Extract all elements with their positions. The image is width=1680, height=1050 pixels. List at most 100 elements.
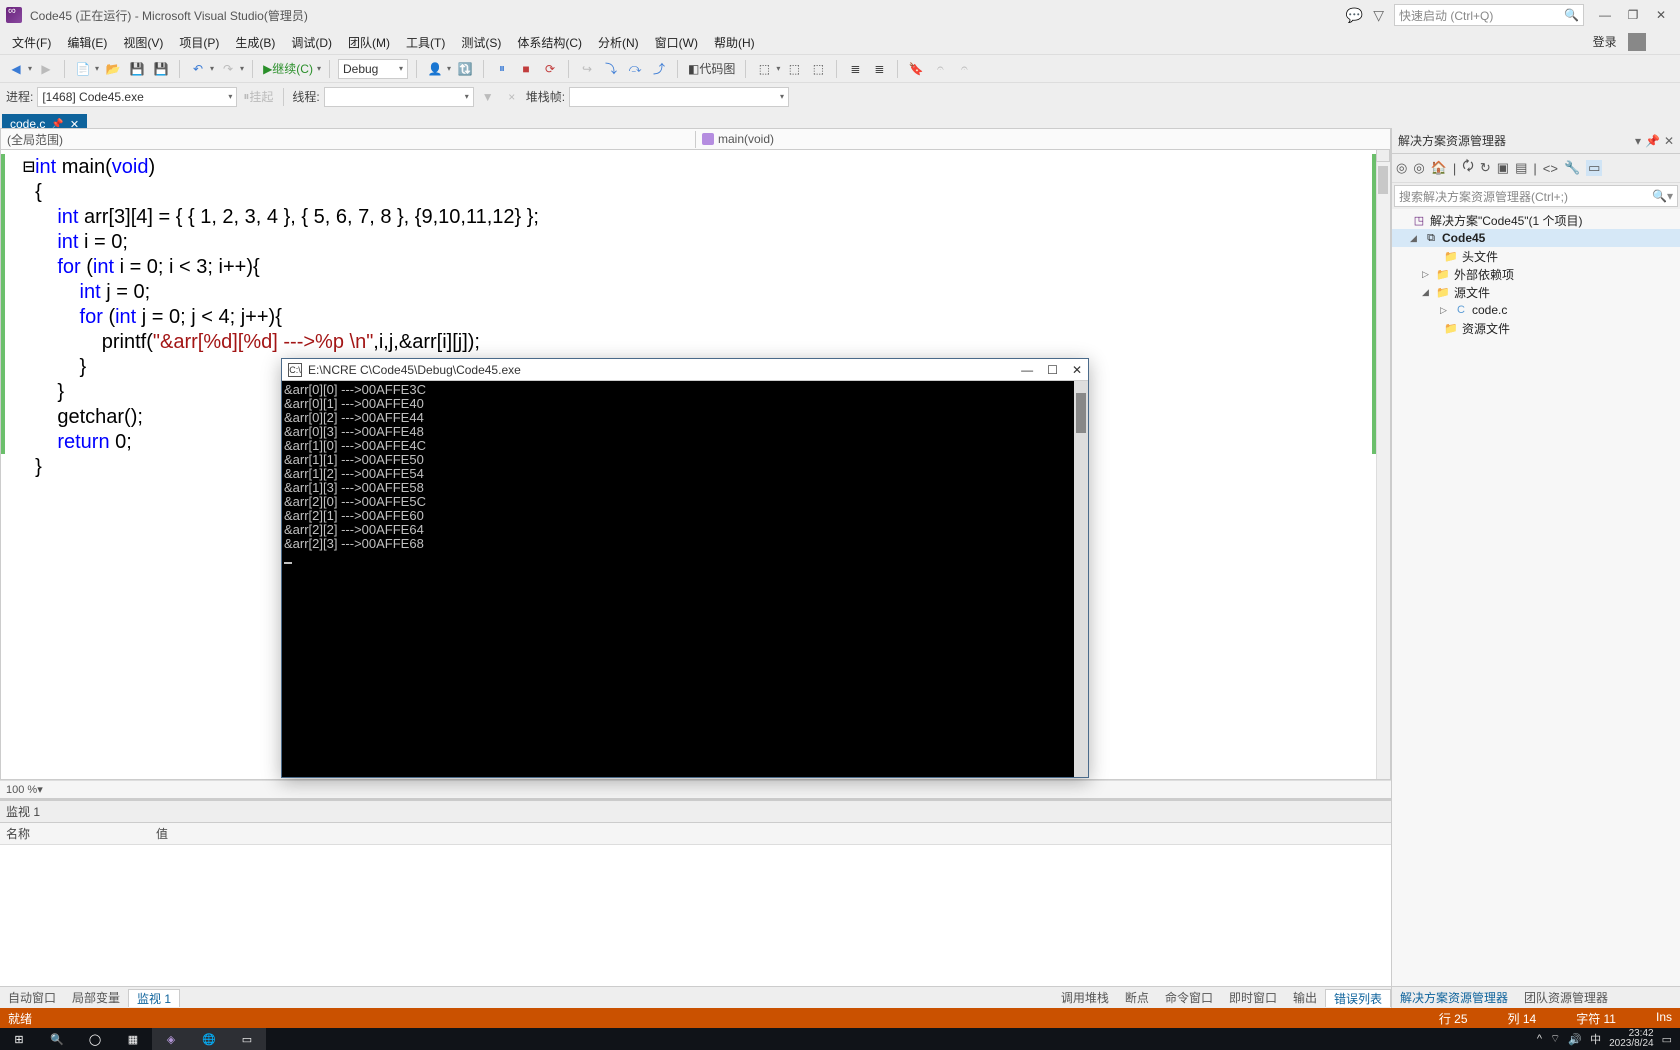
thread-combo[interactable]: ▾	[324, 87, 474, 107]
home-back-icon[interactable]: ◎	[1396, 160, 1407, 176]
menu-edit[interactable]: 编辑(E)	[59, 34, 115, 51]
start-button[interactable]: ⊞	[0, 1028, 38, 1050]
panel-dropdown-icon[interactable]: ▾	[1635, 134, 1641, 148]
tray-network-icon[interactable]: ⌔	[1550, 1032, 1560, 1046]
tree-file-code[interactable]: ▷Ccode.c	[1392, 301, 1680, 319]
save-all-button[interactable]: 💾	[151, 58, 171, 80]
process-combo[interactable]: [1468] Code45.exe▾	[37, 87, 237, 107]
splitter-icon[interactable]	[1376, 150, 1390, 162]
tab-breakpoints[interactable]: 断点	[1117, 989, 1157, 1007]
minimize-button[interactable]: —	[1592, 5, 1618, 25]
codemap-button[interactable]: ◧ 代码图	[686, 58, 737, 80]
tree-resource-folder[interactable]: 📁资源文件	[1392, 319, 1680, 337]
tray-clock[interactable]: 23:422023/8/24	[1609, 1029, 1654, 1049]
menu-architecture[interactable]: 体系结构(C)	[509, 34, 590, 51]
tree-solution-node[interactable]: ◳解决方案"Code45"(1 个项目)	[1392, 211, 1680, 229]
search-button[interactable]: 🔍	[38, 1028, 76, 1050]
console-minimize[interactable]: —	[1021, 363, 1033, 377]
quick-launch-input[interactable]: 快速启动 (Ctrl+Q) 🔍	[1394, 4, 1584, 26]
show-all-icon[interactable]: ▤	[1515, 160, 1527, 176]
menu-team[interactable]: 团队(M)	[340, 34, 398, 51]
comment-button[interactable]: ≣	[845, 58, 865, 80]
home-fwd-icon[interactable]: ◎	[1413, 160, 1424, 176]
tree-headers-folder[interactable]: 📁头文件	[1392, 247, 1680, 265]
watch-body[interactable]	[0, 845, 1391, 986]
chevron-down-icon[interactable]: ▾	[37, 783, 43, 796]
thread-flag-button[interactable]: ×	[502, 86, 522, 108]
tab-immediate[interactable]: 即时窗口	[1221, 989, 1285, 1007]
toolbox3-button[interactable]: ⬚	[808, 58, 828, 80]
format2-button[interactable]: 𝄐	[954, 58, 974, 80]
member-combo[interactable]: main(void)	[696, 132, 1390, 146]
process-dropdown-button[interactable]: 👤	[425, 58, 445, 80]
new-project-button[interactable]: 📄	[73, 58, 93, 80]
open-file-button[interactable]: 📂	[103, 58, 123, 80]
console-close[interactable]: ✕	[1072, 363, 1082, 377]
tab-command[interactable]: 命令窗口	[1157, 989, 1221, 1007]
close-button[interactable]: ✕	[1648, 5, 1674, 25]
tab-team-explorer[interactable]: 团队资源管理器	[1516, 989, 1616, 1006]
toolbox1-button[interactable]: ⬚	[754, 58, 774, 80]
properties-icon[interactable]: 🔧	[1564, 160, 1580, 176]
tray-ime[interactable]: 中	[1590, 1031, 1601, 1047]
task-console[interactable]: ▭	[228, 1028, 266, 1050]
step-over-button[interactable]: ⤼	[625, 58, 645, 80]
continue-button[interactable]: ▶ 继续(C)	[261, 58, 315, 80]
solution-search-input[interactable]: 搜索解决方案资源管理器(Ctrl+;) 🔍▾	[1394, 185, 1678, 207]
menu-test[interactable]: 测试(S)	[453, 34, 509, 51]
console-window[interactable]: C:\ E:\NCRE C\Code45\Debug\Code45.exe — …	[281, 358, 1089, 778]
refresh-icon[interactable]: ↻	[1480, 160, 1491, 176]
tab-solution-explorer[interactable]: 解决方案资源管理器	[1392, 989, 1516, 1006]
task-chrome[interactable]: 🌐	[190, 1028, 228, 1050]
step-into-button[interactable]: ⤵	[601, 58, 621, 80]
code-view-icon[interactable]: <>	[1543, 161, 1558, 176]
tab-output[interactable]: 输出	[1285, 989, 1325, 1007]
config-combo[interactable]: Debug▾	[338, 59, 408, 79]
thread-dropdown-button[interactable]: 🔃	[455, 58, 475, 80]
break-all-button[interactable]: ⏸	[492, 58, 512, 80]
feedback-icon[interactable]: 💬	[1346, 7, 1363, 24]
menu-analyze[interactable]: 分析(N)	[590, 34, 647, 51]
menu-help[interactable]: 帮助(H)	[706, 34, 763, 51]
tree-extern-folder[interactable]: ▷📁外部依赖项	[1392, 265, 1680, 283]
tree-project-node[interactable]: ◢⧉Code45	[1392, 229, 1680, 247]
restart-button[interactable]: ⟳	[540, 58, 560, 80]
uncomment-button[interactable]: ≣	[869, 58, 889, 80]
panel-close-icon[interactable]: ✕	[1664, 134, 1674, 148]
stackframe-combo[interactable]: ▾	[569, 87, 789, 107]
redo-button[interactable]: ↷	[218, 58, 238, 80]
toolbox2-button[interactable]: ⬚	[784, 58, 804, 80]
nav-fwd-button[interactable]: ▶	[36, 58, 56, 80]
maximize-button[interactable]: ❐	[1620, 5, 1646, 25]
tab-locals[interactable]: 局部变量	[64, 989, 128, 1006]
watch-col-name[interactable]: 名称	[0, 823, 150, 844]
menu-file[interactable]: 文件(F)	[4, 34, 59, 51]
notifications-icon[interactable]: ▽	[1373, 7, 1384, 24]
save-button[interactable]: 💾	[127, 58, 147, 80]
tab-autos[interactable]: 自动窗口	[0, 989, 64, 1006]
menu-project[interactable]: 项目(P)	[171, 34, 227, 51]
panel-pin-icon[interactable]: 📌	[1645, 134, 1660, 148]
menu-debug[interactable]: 调试(D)	[283, 34, 340, 51]
tab-errorlist[interactable]: 错误列表	[1325, 989, 1391, 1007]
user-avatar-icon[interactable]	[1628, 33, 1646, 51]
tab-watch1[interactable]: 监视 1	[128, 989, 180, 1007]
tray-chevron-icon[interactable]: ^	[1537, 1033, 1542, 1045]
console-scrollbar[interactable]	[1074, 381, 1088, 777]
zoom-combo[interactable]: 100 %	[6, 784, 37, 796]
menu-window[interactable]: 窗口(W)	[647, 34, 706, 51]
collapse-icon[interactable]: ▣	[1497, 160, 1509, 176]
watch-col-value[interactable]: 值	[150, 823, 174, 844]
format-button[interactable]: 𝄐	[930, 58, 950, 80]
tab-callstack[interactable]: 调用堆栈	[1053, 989, 1117, 1007]
home-icon[interactable]: 🏠	[1431, 160, 1447, 176]
bookmark-button[interactable]: 🔖	[906, 58, 926, 80]
solution-tree[interactable]: ◳解决方案"Code45"(1 个项目) ◢⧉Code45 📁头文件 ▷📁外部依…	[1392, 209, 1680, 986]
menu-tools[interactable]: 工具(T)	[398, 34, 453, 51]
cortana-button[interactable]: ◯	[76, 1028, 114, 1050]
tray-notification-icon[interactable]: ▭	[1662, 1033, 1672, 1046]
sync-icon[interactable]: 🗘	[1462, 157, 1474, 179]
sign-in-link[interactable]: 登录	[1593, 35, 1617, 49]
console-maximize[interactable]: ☐	[1047, 363, 1058, 377]
tray-volume-icon[interactable]: 🔊	[1568, 1033, 1582, 1046]
